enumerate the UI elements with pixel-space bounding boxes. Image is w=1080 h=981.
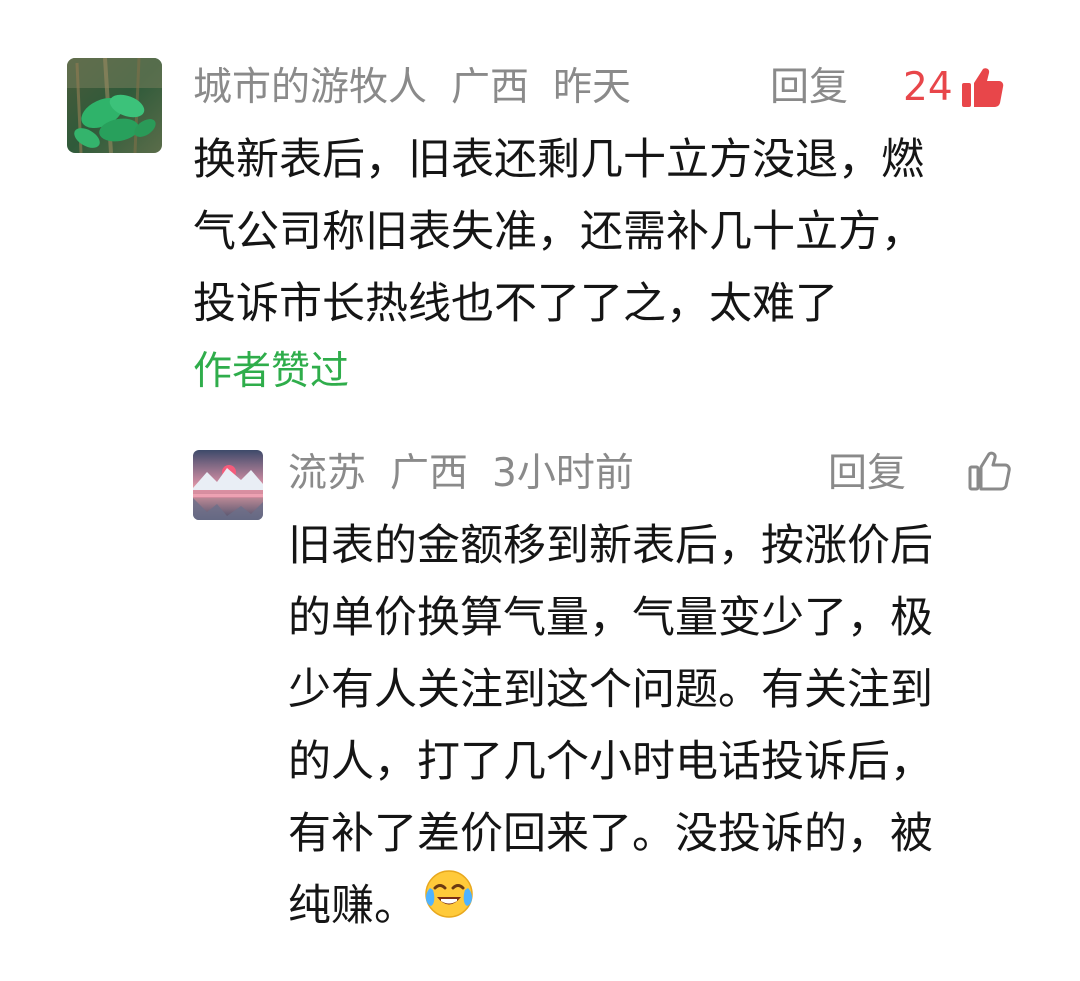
avatar-mountain-lake-icon[interactable]: [193, 450, 263, 520]
author-liked-badge: 作者赞过: [193, 349, 350, 394]
reply-line-3: 少有人关注到这个问题。有关注到: [288, 665, 933, 715]
comment-line-3: 投诉市长热线也不了了之，太难了: [193, 279, 838, 329]
comment-line-2: 气公司称旧表失准，还需补几十立方，: [193, 207, 924, 257]
comment-username[interactable]: 城市的游牧人: [193, 58, 427, 118]
comment-time: 昨天: [553, 65, 632, 110]
reply-meta: 流苏 广西 3小时前: [288, 444, 634, 504]
thumbs-up-outline-icon: [966, 448, 1012, 494]
reply-time: 3小时前: [492, 451, 634, 496]
avatar-plant-icon[interactable]: [67, 58, 162, 153]
comment-like-button[interactable]: 24: [903, 58, 1005, 118]
reply-line-6: 纯赚。: [288, 881, 417, 931]
reply-line-4: 的人，打了几个小时电话投诉后，: [288, 737, 933, 787]
thumbs-up-filled-icon: [959, 65, 1005, 111]
comment-line-1: 换新表后，旧表还剩几十立方没退，燃: [193, 135, 924, 185]
reply-like-button[interactable]: [966, 448, 1012, 494]
comment-like-count: 24: [903, 65, 953, 110]
crying-laughing-emoji-icon: [423, 868, 475, 942]
reply-line-2: 的单价换算气量，气量变少了，极: [288, 593, 933, 643]
comment-reply-button[interactable]: 回复: [770, 58, 848, 118]
comment-meta: 城市的游牧人 广西 昨天: [193, 58, 631, 118]
reply-line-5: 有补了差价回来了。没投诉的，被: [288, 809, 933, 859]
reply-location: 广西: [390, 451, 469, 496]
reply-username[interactable]: 流苏: [288, 444, 366, 504]
reply-line-6-wrap: 纯赚。: [288, 868, 475, 942]
reply-line-1: 旧表的金额移到新表后，按涨价后: [288, 521, 933, 571]
reply-reply-button[interactable]: 回复: [828, 444, 906, 504]
comment-location: 广西: [451, 65, 530, 110]
